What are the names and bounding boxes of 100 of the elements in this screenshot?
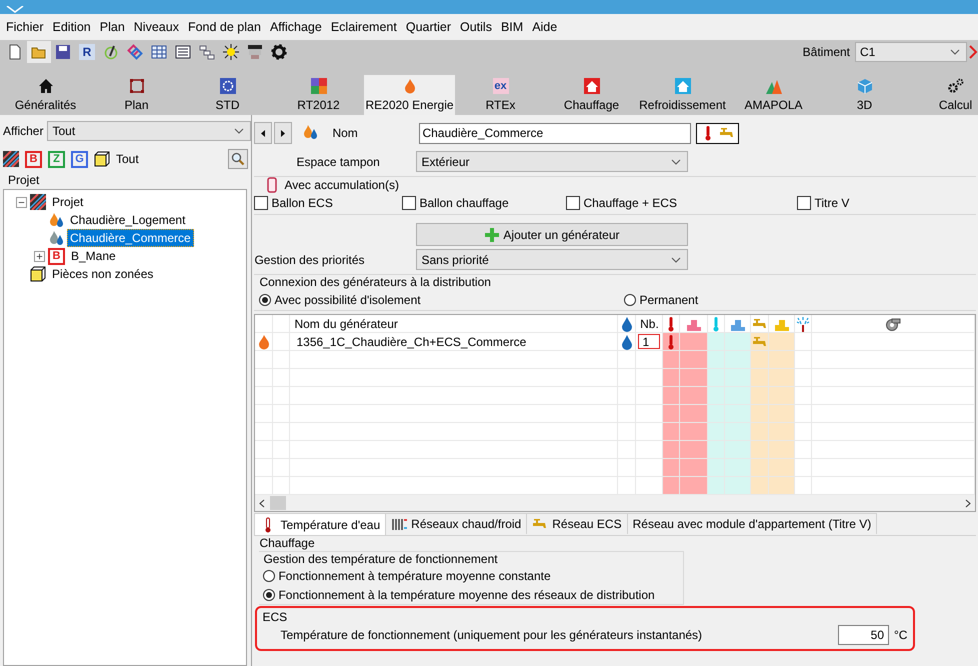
name-field[interactable]: Chaudière_Commerce — [419, 122, 692, 144]
table-cell — [769, 369, 796, 387]
expand-icon[interactable] — [34, 250, 45, 262]
module-tab[interactable]: ex RTEx — [455, 75, 546, 115]
floppy-icon — [55, 44, 71, 60]
module-tab[interactable]: 3D — [819, 75, 910, 115]
tab[interactable]: Température d'eau — [254, 513, 386, 535]
floor-plan-icon — [128, 78, 144, 94]
search-button[interactable] — [228, 149, 248, 169]
menu-item[interactable]: Niveaux — [134, 20, 179, 34]
table-cell — [795, 423, 812, 441]
filter-toggle[interactable]: Tout — [116, 152, 139, 166]
radio-label: Permanent — [639, 293, 698, 307]
module-tab[interactable]: AMAPOLA — [728, 75, 819, 115]
tree-item[interactable]: Chaudière_Logement — [67, 211, 188, 229]
tree-item[interactable]: Projet — [49, 193, 86, 211]
table-cell — [725, 441, 752, 459]
table-cell — [751, 459, 770, 477]
page-icon — [7, 44, 23, 60]
flame-drop-icon — [48, 230, 64, 246]
horizontal-scrollbar[interactable] — [255, 495, 976, 511]
column-header[interactable]: Nb. — [636, 315, 664, 333]
column-header[interactable] — [618, 315, 636, 333]
chevron-down-icon — [671, 158, 682, 164]
group-title: Connexion des générateurs à la distribution — [259, 275, 491, 289]
radio-button[interactable] — [263, 570, 276, 582]
menu-item[interactable]: Quartier — [406, 20, 451, 34]
table-cell — [795, 405, 812, 423]
module-tab[interactable]: Plan — [91, 75, 182, 115]
menu-item[interactable]: Fond de plan — [188, 20, 261, 34]
scroll-thumb[interactable] — [270, 496, 286, 510]
module-tab[interactable]: Généralités — [0, 75, 91, 115]
previous-button[interactable] — [254, 122, 272, 144]
module-tab[interactable]: STD — [182, 75, 273, 115]
filter-toggle[interactable]: G — [71, 150, 88, 168]
cube-frame-icon — [30, 266, 46, 282]
flame-drop-icon — [302, 124, 318, 140]
table-cell — [725, 423, 752, 441]
module-tab[interactable]: Calcul — [910, 75, 978, 115]
table-cell — [708, 369, 726, 387]
checkbox[interactable] — [254, 196, 268, 210]
table-cell — [663, 387, 680, 405]
checkbox[interactable] — [566, 196, 580, 210]
filter-toggle[interactable]: B — [25, 150, 42, 168]
collapse-icon[interactable] — [16, 196, 27, 208]
buffer-select[interactable]: Extérieur — [416, 151, 688, 172]
table-cell — [751, 369, 770, 387]
shower-icon — [795, 316, 812, 332]
checkbox[interactable] — [797, 196, 812, 210]
group-title: Projet — [8, 173, 40, 187]
tab[interactable]: Réseau avec module d'appartement (Titre V) — [626, 513, 878, 534]
module-tab[interactable]: RT2012 — [273, 75, 364, 115]
menu-item[interactable]: Edition — [52, 20, 91, 34]
module-tab[interactable]: Chauffage — [546, 75, 637, 115]
priority-select[interactable]: Sans priorité — [416, 249, 688, 270]
column-header[interactable] — [795, 315, 812, 333]
table-cell — [708, 477, 726, 495]
tree-item[interactable]: Pièces non zonées — [49, 265, 156, 283]
gears-icon — [948, 78, 964, 94]
table-cell — [708, 405, 726, 423]
table-cell — [769, 405, 796, 423]
temperature-field[interactable]: 50 — [838, 625, 889, 645]
column-header[interactable]: Nom du générateur — [290, 315, 618, 333]
menu-item[interactable]: Affichage — [270, 20, 322, 34]
house-icon — [584, 78, 600, 94]
filter-select[interactable]: Tout — [47, 121, 252, 141]
add-generator-button[interactable]: Ajouter un générateur — [416, 223, 688, 246]
menu-item[interactable]: BIM — [500, 20, 524, 34]
cube-icon — [856, 78, 872, 94]
table-cell — [769, 351, 796, 369]
scroll-right-icon[interactable] — [965, 498, 972, 508]
filter-label: Afficher — [3, 124, 44, 138]
menu-item[interactable]: Aide — [532, 20, 558, 34]
house-icon — [674, 78, 690, 94]
checkbox[interactable] — [402, 196, 416, 210]
module-tab[interactable]: RE2020 Energie — [364, 75, 455, 115]
count-field[interactable]: 1 — [638, 334, 660, 349]
tree-item[interactable]: B_Mane — [68, 247, 119, 265]
building-select[interactable]: C1 — [855, 42, 967, 62]
color-tiles-icon — [310, 78, 326, 94]
table-cell — [255, 387, 274, 405]
table-cell — [680, 387, 708, 405]
tree-item[interactable]: Chaudière_Commerce — [67, 229, 194, 247]
module-tab[interactable]: Refroidissement — [637, 75, 728, 115]
menu-item[interactable]: Fichier — [6, 20, 44, 34]
flower-tile-icon — [220, 78, 236, 94]
scroll-left-icon[interactable] — [259, 498, 266, 508]
table-cell — [708, 351, 726, 369]
table-cell — [795, 441, 812, 459]
radio-button[interactable] — [624, 294, 636, 306]
radio-button[interactable] — [263, 588, 276, 600]
menu-item[interactable]: Eclairement — [330, 20, 397, 34]
toolbar-button[interactable]: R — [75, 41, 99, 63]
chevron-down-icon — [950, 49, 960, 55]
radio-button[interactable] — [259, 294, 272, 306]
menu-item[interactable]: Outils — [460, 20, 492, 34]
table-cell — [725, 477, 752, 495]
next-button[interactable] — [274, 122, 292, 144]
menu-item[interactable]: Plan — [100, 20, 125, 34]
table-cell — [680, 459, 708, 477]
